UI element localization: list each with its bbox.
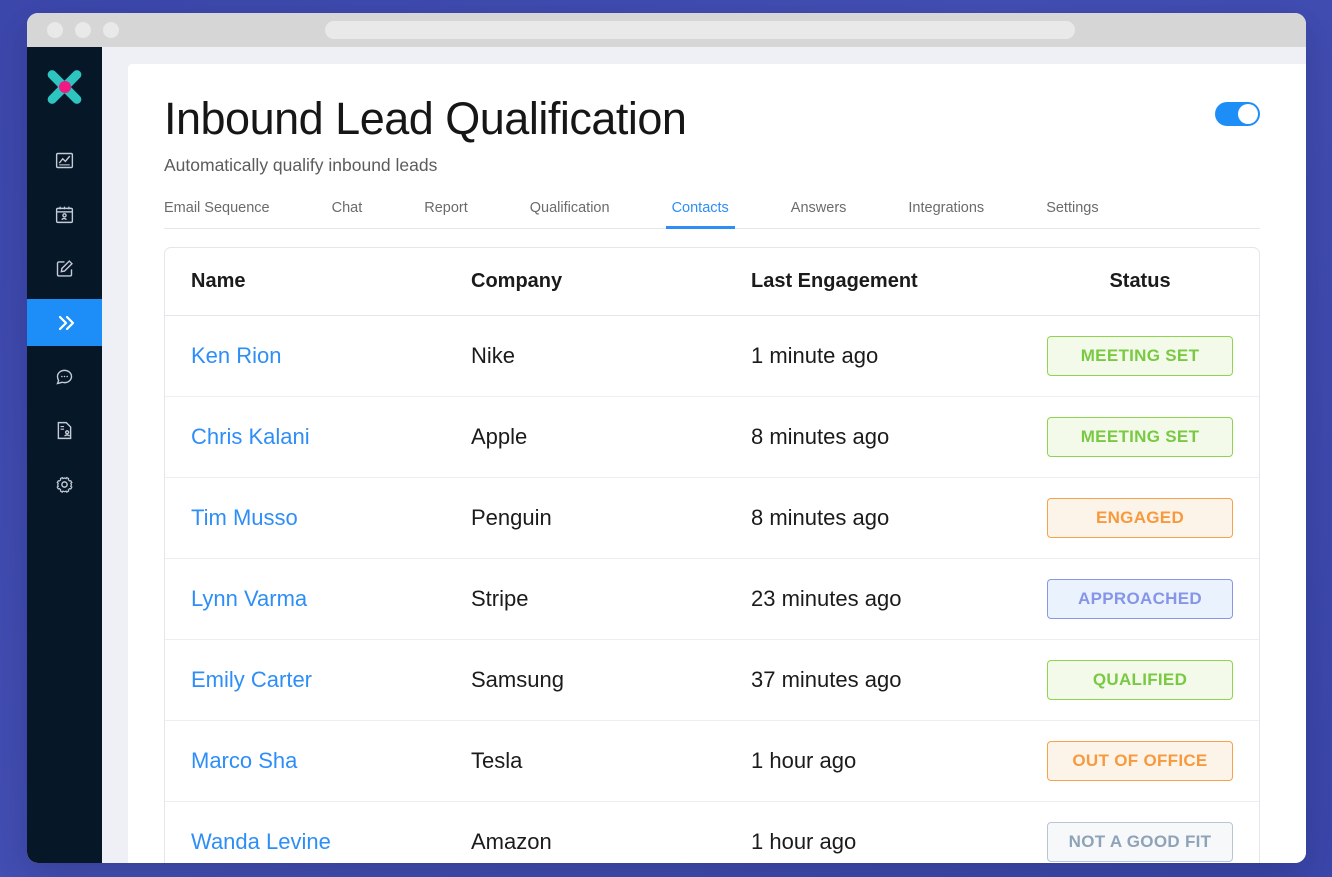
chat-bubble-icon <box>54 366 75 387</box>
status-badge[interactable]: NOT A GOOD FIT <box>1047 821 1233 862</box>
minimize-button[interactable] <box>75 22 91 38</box>
cell-name: Wanda Levine <box>165 801 445 863</box>
app-body: Inbound Lead Qualification Automatically… <box>27 47 1306 863</box>
gear-icon <box>54 474 75 495</box>
status-badge[interactable]: MEETING SET <box>1047 335 1233 376</box>
window-controls <box>47 22 119 38</box>
sidebar-item-contacts[interactable] <box>27 407 102 454</box>
edit-square-icon <box>54 258 75 279</box>
cell-last-engagement: 8 minutes ago <box>725 396 1005 478</box>
main-content: Inbound Lead Qualification Automatically… <box>102 47 1306 863</box>
x-logo[interactable] <box>39 61 91 113</box>
contact-name-link[interactable]: Lynn Varma <box>191 586 307 611</box>
page-title: Inbound Lead Qualification <box>164 93 687 144</box>
toggle-knob <box>1238 104 1258 124</box>
contact-name-link[interactable]: Emily Carter <box>191 667 312 692</box>
maximize-button[interactable] <box>103 22 119 38</box>
status-badge[interactable]: APPROACHED <box>1047 578 1233 619</box>
cell-status: MEETING SET <box>1005 396 1259 478</box>
table-row[interactable]: Ken Rion Nike 1 minute ago MEETING SET <box>165 315 1259 397</box>
status-badge[interactable]: OUT OF OFFICE <box>1047 740 1233 781</box>
contact-name-link[interactable]: Marco Sha <box>191 748 297 773</box>
sidebar-item-calendar[interactable] <box>27 191 102 238</box>
cell-status: ENGAGED <box>1005 477 1259 559</box>
contact-name-link[interactable]: Chris Kalani <box>191 424 310 449</box>
cell-status: NOT A GOOD FIT <box>1005 801 1259 863</box>
cell-status: QUALIFIED <box>1005 639 1259 721</box>
page-subtitle: Automatically qualify inbound leads <box>164 154 438 175</box>
tab-settings[interactable]: Settings <box>1046 200 1098 228</box>
contact-name-link[interactable]: Ken Rion <box>191 343 282 368</box>
status-badge[interactable]: MEETING SET <box>1047 416 1233 457</box>
cell-name: Emily Carter <box>165 639 445 721</box>
double-chevron-right-icon <box>53 311 77 335</box>
cell-company: Nike <box>445 315 725 397</box>
cell-last-engagement: 37 minutes ago <box>725 639 1005 721</box>
table-header-row: Name Company Last Engagement Status <box>165 247 1259 316</box>
column-header-last-engagement: Last Engagement <box>725 247 1005 316</box>
table-row[interactable]: Lynn Varma Stripe 23 minutes ago APPROACHED <box>165 558 1259 640</box>
cell-name: Chris Kalani <box>165 396 445 478</box>
cell-company: Penguin <box>445 477 725 559</box>
sidebar-item-compose[interactable] <box>27 245 102 292</box>
cell-name: Marco Sha <box>165 720 445 802</box>
contact-name-link[interactable]: Wanda Levine <box>191 829 331 854</box>
table-row[interactable]: Tim Musso Penguin 8 minutes ago ENGAGED <box>165 477 1259 559</box>
sidebar-item-sequences[interactable] <box>27 299 102 346</box>
status-badge[interactable]: QUALIFIED <box>1047 659 1233 700</box>
column-header-name: Name <box>165 247 445 316</box>
tab-qualification[interactable]: Qualification <box>530 200 610 228</box>
tab-answers[interactable]: Answers <box>791 200 847 228</box>
table-row[interactable]: Chris Kalani Apple 8 minutes ago MEETING SE… <box>165 396 1259 478</box>
cell-last-engagement: 1 minute ago <box>725 315 1005 397</box>
table-row[interactable]: Marco Sha Tesla 1 hour ago OUT OF OFFICE <box>165 720 1259 802</box>
column-header-status: Status <box>1005 247 1259 316</box>
cell-last-engagement: 1 hour ago <box>725 720 1005 802</box>
cell-status: APPROACHED <box>1005 558 1259 640</box>
browser-titlebar <box>27 13 1306 47</box>
table-row[interactable]: Emily Carter Samsung 37 minutes ago QUALIFI… <box>165 639 1259 721</box>
status-badge[interactable]: ENGAGED <box>1047 497 1233 538</box>
tab-chat[interactable]: Chat <box>332 200 363 228</box>
contacts-table: Name Company Last Engagement Status Ken Rio… <box>164 246 1260 863</box>
tab-contacts[interactable]: Contacts <box>665 200 736 229</box>
table-row[interactable]: Wanda Levine Amazon 1 hour ago NOT A GOOD F… <box>165 801 1259 863</box>
cell-company: Tesla <box>445 720 725 802</box>
chart-icon <box>54 150 75 171</box>
cell-name: Tim Musso <box>165 477 445 559</box>
cell-company: Apple <box>445 396 725 478</box>
logo-core-dot <box>58 81 71 93</box>
cell-company: Samsung <box>445 639 725 721</box>
cell-status: OUT OF OFFICE <box>1005 720 1259 802</box>
tab-bar: Email Sequence Chat Report Qualification Con… <box>164 200 1260 229</box>
cell-name: Lynn Varma <box>165 558 445 640</box>
cell-name: Ken Rion <box>165 315 445 397</box>
cell-company: Stripe <box>445 558 725 640</box>
cell-status: MEETING SET <box>1005 315 1259 397</box>
sidebar-item-settings[interactable] <box>27 461 102 508</box>
calendar-person-icon <box>54 204 75 225</box>
address-bar[interactable] <box>325 21 1075 39</box>
cell-last-engagement: 1 hour ago <box>751 828 857 854</box>
cell-last-engagement: 8 minutes ago <box>725 477 1005 559</box>
close-button[interactable] <box>47 22 63 38</box>
tab-report[interactable]: Report <box>424 200 468 228</box>
cell-company: Amazon <box>471 828 552 854</box>
enable-toggle[interactable] <box>1215 102 1260 126</box>
column-header-company: Company <box>445 247 725 316</box>
table-body: Ken Rion Nike 1 minute ago MEETING SET Chris… <box>165 315 1259 863</box>
sidebar-item-chat[interactable] <box>27 353 102 400</box>
browser-window: Inbound Lead Qualification Automatically… <box>27 13 1306 863</box>
tab-integrations[interactable]: Integrations <box>908 200 984 228</box>
tab-email-sequence[interactable]: Email Sequence <box>164 200 270 228</box>
content-card: Inbound Lead Qualification Automatically… <box>128 64 1306 863</box>
sidebar-item-analytics[interactable] <box>27 137 102 184</box>
contact-card-icon <box>54 420 75 441</box>
sidebar <box>27 47 102 863</box>
cell-last-engagement: 23 minutes ago <box>725 558 1005 640</box>
contact-name-link[interactable]: Tim Musso <box>191 505 298 530</box>
